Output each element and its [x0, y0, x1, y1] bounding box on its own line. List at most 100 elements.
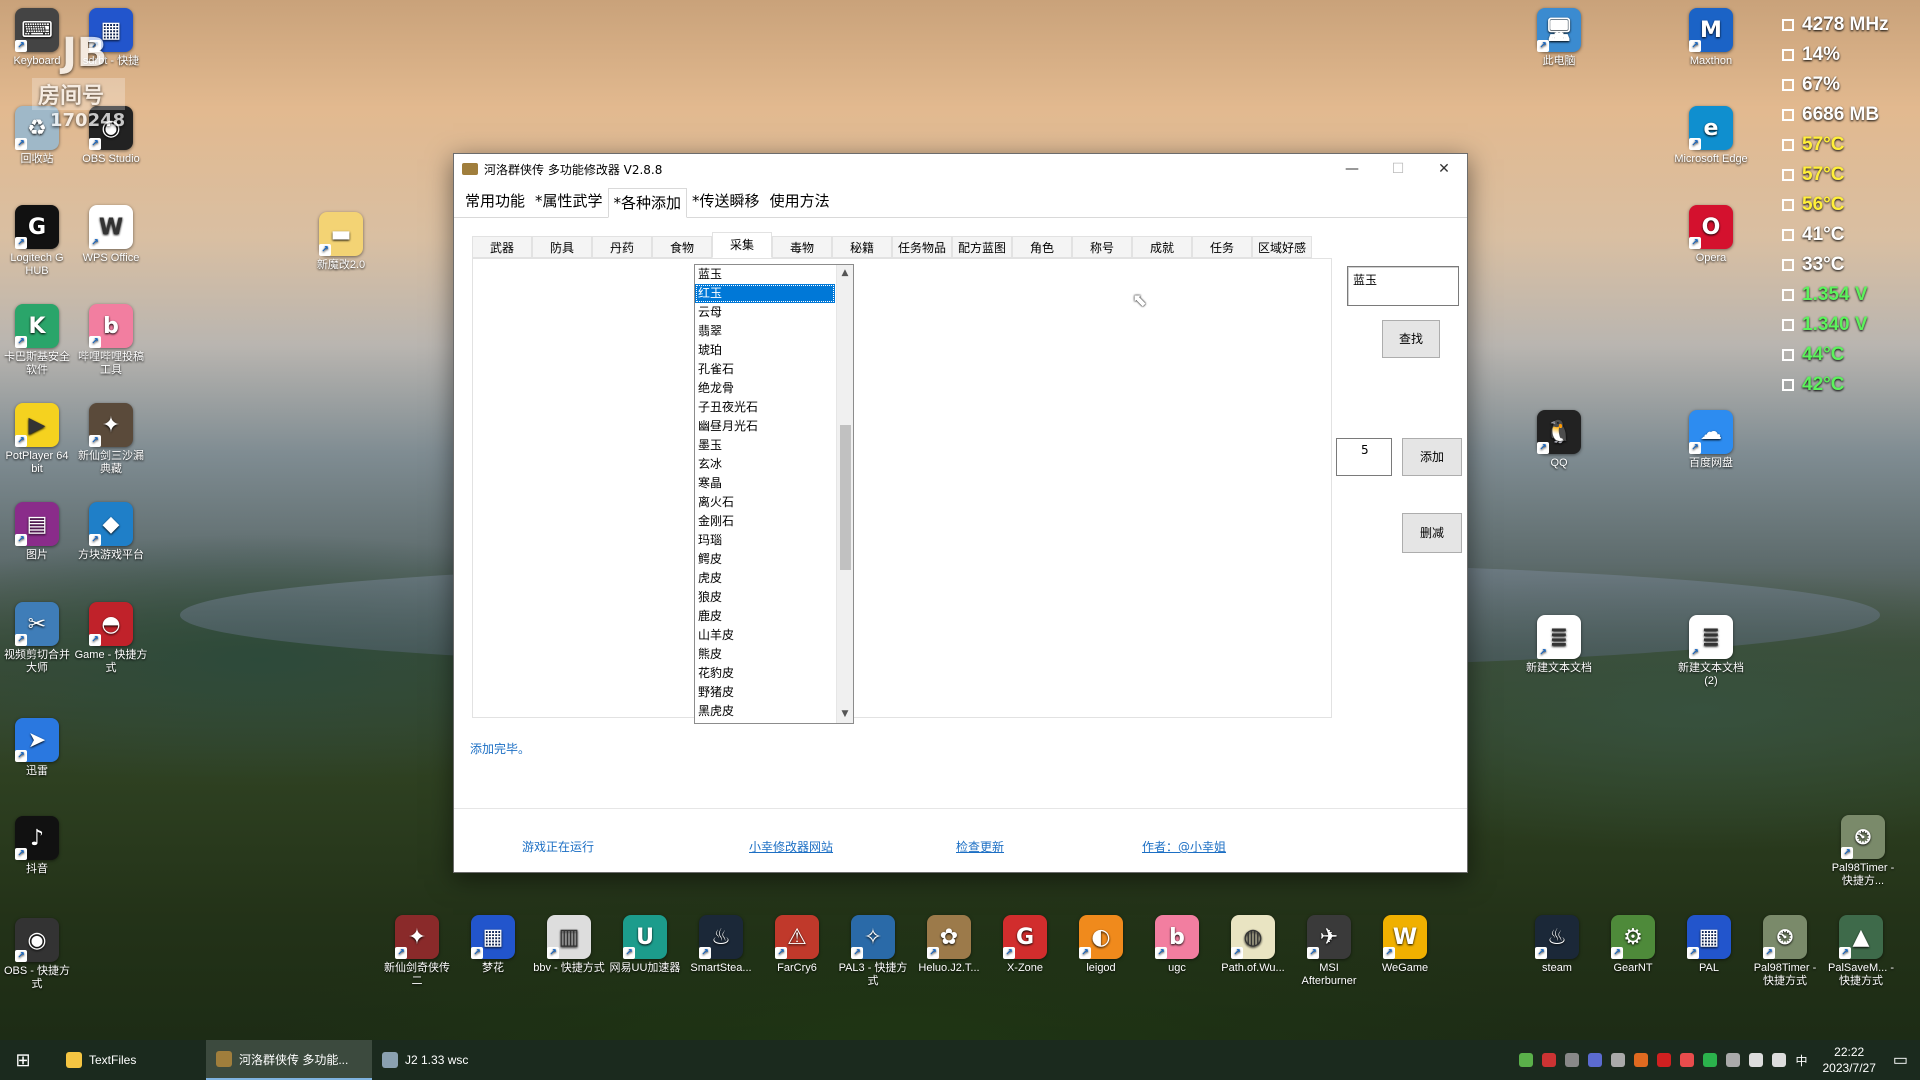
desktop-icon[interactable]: G X-Zone	[988, 915, 1062, 975]
sub-tab[interactable]: 配方蓝图	[952, 236, 1012, 258]
desktop-icon[interactable]: b 哔哩哔哩投稿工具	[74, 304, 148, 377]
list-item[interactable]: 鳄皮	[695, 550, 835, 569]
list-item[interactable]: 孔雀石	[695, 360, 835, 379]
desktop-icon[interactable]: W WeGame	[1368, 915, 1442, 975]
desktop-icon[interactable]: ✿ Heluo.J2.T...	[912, 915, 986, 975]
taskbar-item[interactable]: TextFiles	[56, 1040, 206, 1080]
list-item[interactable]: 野猪皮	[695, 683, 835, 702]
main-tab[interactable]: *各种添加	[607, 188, 688, 218]
desktop-icon[interactable]: M Maxthon	[1674, 8, 1748, 68]
desktop-icon[interactable]: ⏲ Pal98Timer - 快捷方式	[1748, 915, 1822, 988]
main-tab[interactable]: 使用方法	[765, 187, 835, 217]
desktop-icon[interactable]: ⚠ FarCry6	[760, 915, 834, 975]
desktop-icon[interactable]: ✦ 新仙剑三沙漏典藏	[74, 403, 148, 476]
list-item[interactable]: 熊皮	[695, 645, 835, 664]
desktop-icon[interactable]: ◉ OBS - 快捷方式	[0, 918, 74, 991]
list-item[interactable]: 鹿皮	[695, 607, 835, 626]
desktop-icon[interactable]: ◓ Game - 快捷方式	[74, 602, 148, 675]
tray-monitor-icon[interactable]	[1588, 1053, 1603, 1067]
desktop-icon[interactable]: ◆ 方块游戏平台	[74, 502, 148, 562]
desktop-icon[interactable]: ✧ PAL3 - 快捷方式	[836, 915, 910, 988]
desktop-icon[interactable]: ≣ 新建文本文档 (2)	[1674, 615, 1748, 688]
delete-button[interactable]: 删减	[1402, 513, 1462, 553]
list-item[interactable]: 花豹皮	[695, 664, 835, 683]
sub-tab[interactable]: 防具	[532, 236, 592, 258]
list-item[interactable]: 墨玉	[695, 436, 835, 455]
desktop-icon[interactable]: ▲ PalSaveM... - 快捷方式	[1824, 915, 1898, 988]
tray-flag-icon[interactable]	[1542, 1053, 1557, 1067]
title-bar[interactable]: 河洛群侠传 多功能修改器 V2.8.8 — ☐ ✕	[454, 154, 1467, 184]
check-update-link[interactable]: 检查更新	[956, 838, 1004, 855]
desktop-icon[interactable]: ♨ SmartStea...	[684, 915, 758, 975]
taskbar-item[interactable]: J2 1.33 wsc	[372, 1040, 517, 1080]
list-item[interactable]: 玄冰	[695, 455, 835, 474]
list-item[interactable]: 红玉	[695, 284, 835, 303]
volume-icon[interactable]	[1772, 1053, 1787, 1067]
desktop-icon[interactable]: ♨ steam	[1520, 915, 1594, 975]
desktop-icon[interactable]: 🖥 此电脑	[1522, 8, 1596, 68]
sub-tab[interactable]: 任务	[1192, 236, 1252, 258]
search-button[interactable]: 查找	[1382, 320, 1440, 358]
desktop-icon[interactable]: ➤ 迅雷	[0, 718, 74, 778]
desktop-icon[interactable]: ▦ 梦花	[456, 915, 530, 975]
quantity-input[interactable]: 5	[1336, 438, 1392, 476]
desktop-icon[interactable]: ▥ bbv - 快捷方式	[532, 915, 606, 975]
sub-tab[interactable]: 丹药	[592, 236, 652, 258]
search-input[interactable]: 蓝玉	[1347, 266, 1459, 306]
add-button[interactable]: 添加	[1402, 438, 1462, 476]
list-item[interactable]: 金刚石	[695, 512, 835, 531]
desktop-icon[interactable]: ⚙ GearNT	[1596, 915, 1670, 975]
ime-indicator[interactable]: 中	[1795, 1052, 1807, 1069]
list-item[interactable]: 云母	[695, 303, 835, 322]
desktop-icon[interactable]: ✂ 视频剪切合并大师	[0, 602, 74, 675]
tray-app-icon[interactable]	[1519, 1053, 1534, 1067]
main-tab[interactable]: 常用功能	[460, 187, 530, 217]
list-item[interactable]: 山羊皮	[695, 626, 835, 645]
desktop-icon[interactable]: O Opera	[1674, 205, 1748, 265]
tray-64-icon[interactable]	[1657, 1053, 1672, 1067]
desktop-icon[interactable]: ▤ 图片	[0, 502, 74, 562]
tray-display-icon[interactable]	[1749, 1053, 1764, 1067]
desktop-icon[interactable]: ✦ 新仙剑奇侠传二	[380, 915, 454, 988]
desktop-icon[interactable]: ▦ PAL	[1672, 915, 1746, 975]
item-listbox[interactable]: 蓝玉 红玉 云母 翡翠 琥珀 孔雀石 绝龙骨 子丑夜光石 幽昼月光石 墨玉 玄冰 寒晶 离火石 金刚石 玛瑙…	[694, 264, 854, 724]
list-item[interactable]: 绝龙骨	[695, 379, 835, 398]
desktop-icon[interactable]: ⏲ Pal98Timer - 快捷方...	[1826, 815, 1900, 888]
desktop-icon[interactable]: ▶ PotPlayer 64 bit	[0, 403, 74, 476]
tray-network-icon[interactable]	[1726, 1053, 1741, 1067]
sub-tab[interactable]: 成就	[1132, 236, 1192, 258]
desktop-icon[interactable]: U 网易UU加速器	[608, 915, 682, 975]
scroll-down-icon[interactable]: ▼	[837, 706, 853, 723]
close-button[interactable]: ✕	[1421, 154, 1467, 184]
desktop-icon[interactable]: ♪ 抖音	[0, 816, 74, 876]
taskbar-item[interactable]: 河洛群侠传 多功能...	[206, 1040, 372, 1080]
desktop-icon[interactable]: K 卡巴斯基安全软件	[0, 304, 74, 377]
list-item[interactable]: 离火石	[695, 493, 835, 512]
main-tab[interactable]: *传送瞬移	[687, 187, 765, 217]
desktop-icon[interactable]: 🐧 QQ	[1522, 410, 1596, 470]
desktop-icon[interactable]: ☁ 百度网盘	[1674, 410, 1748, 470]
desktop-icon[interactable]: b ugc	[1140, 915, 1214, 975]
sub-tab[interactable]: 区域好感	[1252, 236, 1312, 258]
main-tab[interactable]: *属性武学	[530, 187, 608, 217]
list-item[interactable]: 狼皮	[695, 588, 835, 607]
list-item[interactable]: 玛瑙	[695, 531, 835, 550]
tray-plane-icon[interactable]	[1611, 1053, 1626, 1067]
desktop-icon[interactable]: ✈ MSI Afterburner	[1292, 915, 1366, 988]
sub-tab[interactable]: 秘籍	[832, 236, 892, 258]
desktop-folder[interactable]: ▬ 新魔改2.0	[304, 212, 378, 272]
notification-icon[interactable]: ▭	[1893, 1050, 1908, 1070]
sub-tab[interactable]: 武器	[472, 236, 532, 258]
minimize-button[interactable]: —	[1329, 154, 1375, 184]
tray-red-icon[interactable]	[1680, 1053, 1695, 1067]
tray-g-icon[interactable]	[1565, 1053, 1580, 1067]
sub-tab[interactable]: 任务物品	[892, 236, 952, 258]
tray-circle-icon[interactable]	[1634, 1053, 1649, 1067]
sub-tab[interactable]: 毒物	[772, 236, 832, 258]
list-item[interactable]: 琥珀	[695, 341, 835, 360]
desktop-icon[interactable]: ◍ Path.of.Wu...	[1216, 915, 1290, 975]
clock[interactable]: 22:22 2023/7/27	[1822, 1044, 1875, 1076]
list-item[interactable]: 幽昼月光石	[695, 417, 835, 436]
tray-shield-icon[interactable]	[1703, 1053, 1718, 1067]
website-link[interactable]: 小幸修改器网站	[749, 838, 833, 855]
